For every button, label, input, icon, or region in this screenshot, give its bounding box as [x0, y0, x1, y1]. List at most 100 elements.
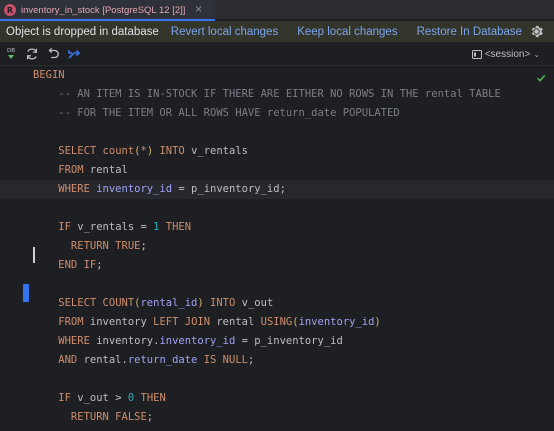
- code-token: inventory_id: [298, 316, 375, 328]
- code-token: ): [374, 316, 381, 328]
- code-token: count: [102, 145, 135, 157]
- sql-editor[interactable]: RETURN FALSE; IF v_out > 0 THEN AND rent…: [0, 66, 554, 431]
- routine-icon: R: [4, 4, 16, 16]
- code-token: v_rentals: [191, 145, 248, 157]
- code-token: ;: [146, 411, 154, 423]
- code-token: IS NULL: [197, 354, 248, 366]
- code-token: BEGIN: [33, 69, 65, 81]
- code-token: COUNT: [102, 297, 135, 309]
- code-token: RETURN FALSE: [33, 411, 147, 423]
- code-token: FROM: [33, 164, 90, 176]
- code-line[interactable]: [0, 199, 554, 218]
- check-icon: [536, 74, 546, 82]
- code-token: return_date: [127, 354, 198, 366]
- text-caret: [33, 247, 35, 263]
- code-line[interactable]: WHERE inventory.inventory_id = p_invento…: [0, 332, 554, 351]
- code-token: THEN: [159, 221, 192, 233]
- code-token: USING: [254, 316, 293, 328]
- revert-icon[interactable]: [45, 46, 61, 62]
- code-token: =: [235, 335, 255, 347]
- code-token: WHERE: [33, 183, 97, 195]
- code-token: IF: [33, 221, 78, 233]
- code-token: SELECT: [33, 145, 103, 157]
- code-line[interactable]: [0, 275, 554, 294]
- code-text: SELECT count(*) INTO v_rentals: [33, 142, 248, 161]
- code-token: rental: [216, 316, 255, 328]
- code-token: -- FOR THE ITEM OR ALL ROWS HAVE return_…: [33, 107, 400, 119]
- code-token: ;: [140, 240, 147, 252]
- code-token: SELECT: [33, 297, 103, 309]
- session-icon: [471, 49, 482, 59]
- code-token: THEN: [134, 392, 166, 404]
- code-token: rental_id: [140, 297, 198, 309]
- code-token: p_inventory_id: [254, 335, 343, 347]
- code-line[interactable]: IF v_rentals = 1 THEN: [0, 218, 554, 237]
- code-token: inventory: [89, 316, 147, 328]
- code-token: =: [172, 183, 192, 195]
- keep-local-changes-link[interactable]: Keep local changes: [297, 26, 397, 38]
- code-line[interactable]: IF v_out > 0 THEN: [0, 389, 554, 408]
- code-text: FROM inventory LEFT JOIN rental USING(in…: [33, 313, 381, 332]
- code-text: BEGIN: [33, 66, 65, 85]
- code-line[interactable]: RETURN FALSE;: [0, 408, 554, 427]
- refresh-icon[interactable]: [24, 46, 40, 62]
- code-token: v_out: [241, 297, 274, 309]
- chevron-down-icon: ⌄: [533, 49, 540, 59]
- code-line[interactable]: AND rental.return_date IS NULL;: [0, 351, 554, 370]
- code-token: rental: [83, 354, 122, 366]
- code-text: WHERE inventory.inventory_id = p_invento…: [33, 332, 343, 351]
- code-token: ;: [279, 183, 286, 195]
- database-run-icon[interactable]: DB: [3, 46, 19, 62]
- code-text: RETURN FALSE;: [33, 408, 153, 427]
- code-token: p_inventory_id: [191, 183, 280, 195]
- code-text: IF v_out > 0 THEN: [33, 389, 166, 408]
- code-line[interactable]: SELECT count(*) INTO v_rentals: [0, 142, 554, 161]
- notification-bar: Object is dropped in database Revert loc…: [0, 21, 554, 42]
- code-line[interactable]: SELECT COUNT(rental_id) INTO v_out: [0, 294, 554, 313]
- code-token: v_out: [77, 392, 109, 404]
- code-text: END IF;: [33, 256, 103, 275]
- change-marker[interactable]: [23, 284, 29, 302]
- code-token: ;: [247, 354, 255, 366]
- code-token: -- AN ITEM IS IN-STOCK IF THERE ARE EITH…: [33, 88, 501, 100]
- code-line[interactable]: END IF;: [0, 256, 554, 275]
- gear-icon[interactable]: [530, 25, 543, 38]
- session-selector[interactable]: <session> ⌄: [471, 47, 540, 61]
- code-text: -- AN ITEM IS IN-STOCK IF THERE ARE EITH…: [33, 85, 501, 104]
- code-token: inventory: [96, 335, 154, 347]
- code-line[interactable]: [0, 370, 554, 389]
- tab-inventory-in-stock[interactable]: R inventory_in_stock [PostgreSQL 12 [2]]…: [0, 0, 215, 21]
- code-text: -- FOR THE ITEM OR ALL ROWS HAVE return_…: [33, 104, 400, 123]
- close-icon[interactable]: ×: [194, 5, 202, 15]
- code-line[interactable]: FROM inventory LEFT JOIN rental USING(in…: [0, 313, 554, 332]
- notification-message: Object is dropped in database: [6, 25, 159, 38]
- editor-toolbar: DB <session> ⌄: [0, 42, 554, 66]
- code-token: rental: [89, 164, 128, 176]
- editor-tab-bar: R inventory_in_stock [PostgreSQL 12 [2]]…: [0, 0, 554, 21]
- code-text: WHERE inventory_id = p_inventory_id;: [33, 180, 286, 199]
- code-token: inventory_id: [159, 335, 236, 347]
- code-line[interactable]: -- AN ITEM IS IN-STOCK IF THERE ARE EITH…: [0, 85, 554, 104]
- tab-title: inventory_in_stock [PostgreSQL 12 [2]]: [21, 4, 186, 16]
- code-token: WHERE: [33, 335, 97, 347]
- code-token: IF: [33, 392, 78, 404]
- session-label: <session>: [484, 48, 531, 60]
- code-token: END IF: [33, 259, 97, 271]
- code-token: AND: [33, 354, 84, 366]
- svg-text:DB: DB: [7, 48, 15, 54]
- code-text: RETURN TRUE;: [33, 237, 147, 256]
- code-line[interactable]: WHERE inventory_id = p_inventory_id;: [0, 180, 554, 199]
- code-line[interactable]: BEGIN: [0, 66, 554, 85]
- code-text: SELECT COUNT(rental_id) INTO v_out: [33, 294, 273, 313]
- code-token: FROM: [33, 316, 90, 328]
- transaction-icon[interactable]: [66, 46, 82, 62]
- code-line[interactable]: RETURN TRUE;: [0, 237, 554, 256]
- code-line[interactable]: [0, 123, 554, 142]
- code-line[interactable]: FROM rental: [0, 161, 554, 180]
- restore-in-database-link[interactable]: Restore In Database: [417, 26, 522, 38]
- code-text: AND rental.return_date IS NULL;: [33, 351, 254, 370]
- code-token: RETURN TRUE: [33, 240, 141, 252]
- revert-local-changes-link[interactable]: Revert local changes: [171, 26, 278, 38]
- code-line[interactable]: -- FOR THE ITEM OR ALL ROWS HAVE return_…: [0, 104, 554, 123]
- code-token: ;: [96, 259, 103, 271]
